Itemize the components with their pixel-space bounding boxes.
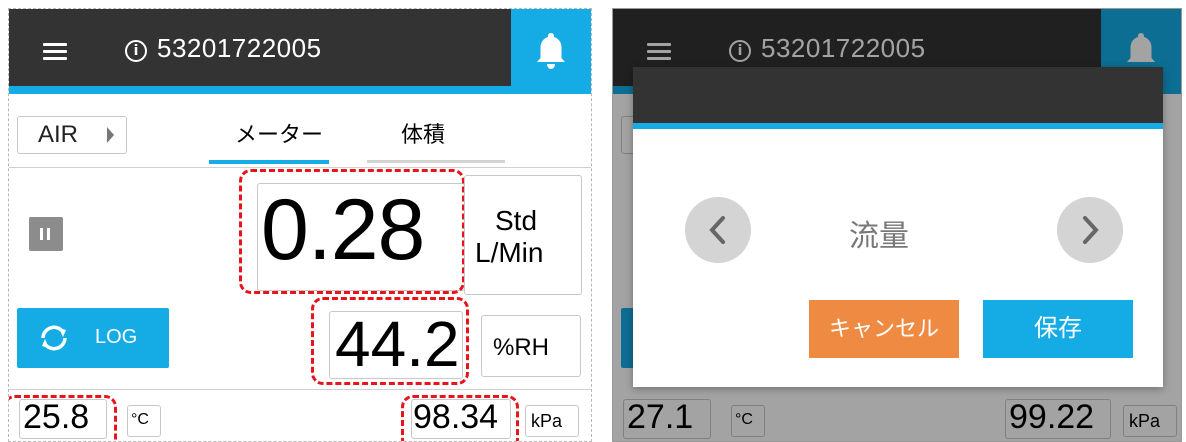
humidity-unit: %RH bbox=[493, 334, 550, 361]
next-button[interactable] bbox=[1057, 197, 1123, 263]
tab-volume-indicator bbox=[367, 160, 505, 163]
chevron-left-icon bbox=[709, 216, 725, 244]
previous-button[interactable] bbox=[685, 197, 751, 263]
menu-icon[interactable] bbox=[43, 43, 67, 61]
notification-button[interactable] bbox=[511, 9, 591, 94]
log-label: LOG bbox=[95, 326, 138, 348]
pause-button[interactable] bbox=[29, 217, 63, 251]
app-header: i 53201722005 bbox=[9, 9, 591, 94]
pressure-unit: kPa bbox=[531, 411, 563, 431]
temperature-highlight bbox=[9, 395, 117, 441]
temperature-unit: °C bbox=[131, 411, 149, 428]
serial-number: 53201722005 bbox=[157, 33, 322, 63]
pause-icon bbox=[40, 228, 43, 240]
bell-icon bbox=[537, 33, 565, 69]
refresh-icon bbox=[41, 325, 67, 351]
flow-unit-line2: L/Min bbox=[475, 237, 544, 268]
info-icon[interactable]: i bbox=[125, 40, 147, 62]
flow-unit-line1: Std bbox=[495, 205, 538, 236]
gas-select-button[interactable]: AIR bbox=[17, 116, 127, 154]
unit-select-dialog: 流量 キャンセル 保存 bbox=[633, 67, 1163, 387]
dialog-header bbox=[633, 67, 1163, 129]
divider bbox=[9, 389, 591, 390]
divider bbox=[9, 167, 591, 168]
tab-volume[interactable]: 体積 bbox=[401, 117, 445, 149]
tab-meter[interactable]: メーター bbox=[235, 117, 323, 149]
flow-dialog-screen: i 53201722005 27.1 °C 99.22 kPa 流量 キャンセル… bbox=[612, 8, 1182, 442]
cancel-button[interactable]: キャンセル bbox=[809, 300, 959, 358]
log-button[interactable]: LOG bbox=[17, 308, 169, 368]
dialog-title: 流量 bbox=[849, 220, 909, 253]
pressure-highlight bbox=[401, 395, 519, 441]
chevron-right-icon bbox=[1083, 216, 1099, 244]
gas-label: AIR bbox=[38, 121, 79, 148]
meter-screen: i 53201722005 AIR メーター 体積 0.28 Std L/Min bbox=[8, 8, 592, 442]
tab-meter-indicator bbox=[209, 160, 329, 164]
flow-highlight bbox=[239, 169, 465, 294]
humidity-highlight bbox=[311, 297, 469, 385]
triangle-right-icon bbox=[107, 127, 114, 143]
save-button[interactable]: 保存 bbox=[983, 300, 1133, 358]
